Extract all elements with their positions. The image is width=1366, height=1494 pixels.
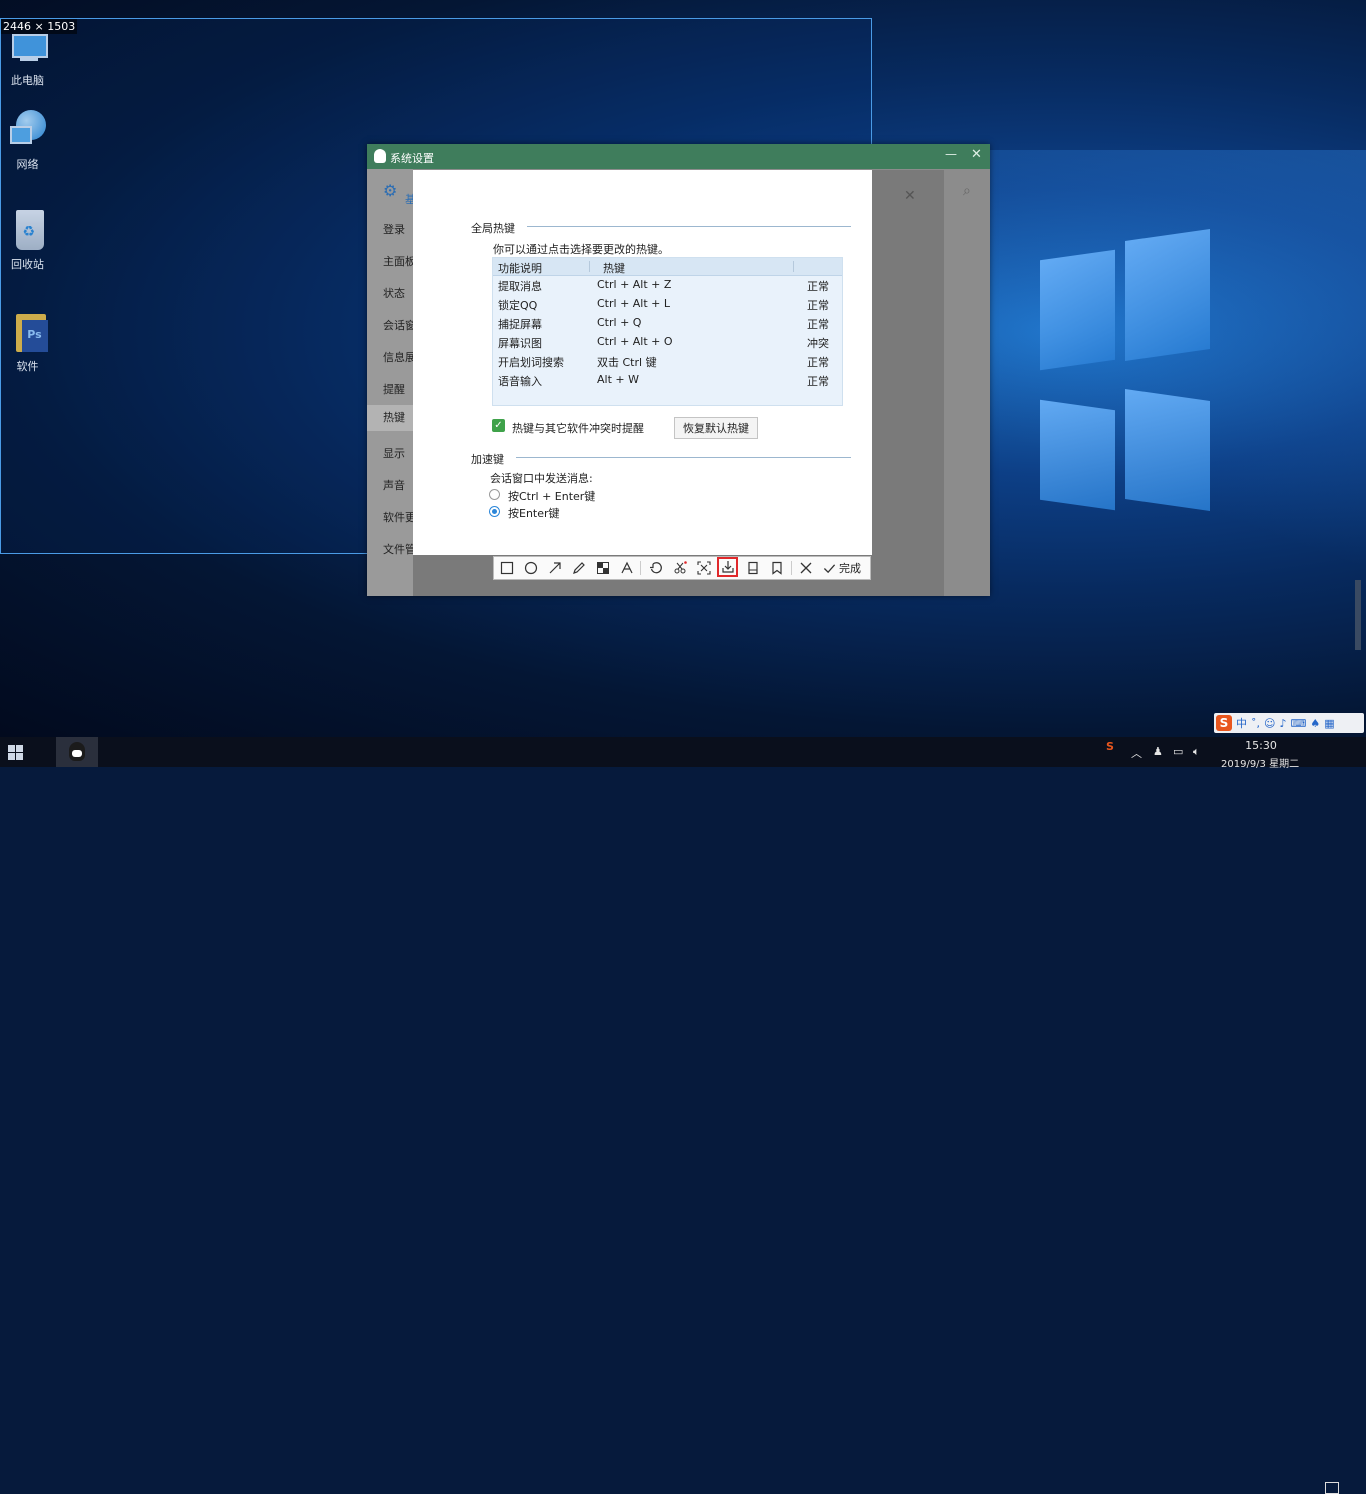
done-button[interactable]: 完成 (823, 559, 861, 577)
emoji-icon[interactable]: ☺ (1264, 717, 1275, 730)
long-screenshot-icon[interactable] (744, 559, 762, 577)
qq-penguin-icon (374, 149, 386, 163)
volume-icon[interactable]: 🔈︎ (1193, 745, 1200, 759)
row-function: 开启划词搜索 (498, 356, 564, 369)
taskbar-date[interactable]: 2019/9/3 星期二 (1221, 755, 1299, 770)
rectangle-icon[interactable] (498, 559, 516, 577)
dialog-title: 系统设置 (390, 152, 434, 165)
row-status: 正常 (807, 318, 829, 331)
section-title-accelerator: 加速键 (471, 453, 504, 466)
row-function: 屏幕识图 (498, 337, 542, 350)
undo-icon[interactable] (647, 559, 665, 577)
ime-toolbar[interactable]: S 中 ˚, ☺ ♪ ⌨ ♠ ▦ (1214, 713, 1364, 733)
sogou-logo-icon: S (1216, 715, 1232, 731)
table-row[interactable]: 提取消息 Ctrl + Alt + Z 正常 (493, 276, 842, 295)
ellipse-icon[interactable] (522, 559, 540, 577)
radio-enter[interactable] (489, 506, 500, 517)
table-row[interactable]: 开启划词搜索 双击 Ctrl 键 正常 (493, 352, 842, 371)
sidebar-item-hotkeys[interactable]: 热键 (367, 405, 413, 431)
mosaic-icon[interactable] (594, 559, 612, 577)
row-hotkey[interactable]: Alt + W (597, 373, 639, 386)
table-row[interactable]: 捕捉屏幕 Ctrl + Q 正常 (493, 314, 842, 333)
pin-icon[interactable] (717, 557, 738, 577)
side-scrollbar[interactable] (1355, 580, 1361, 650)
screenshot-share-icon[interactable] (671, 559, 689, 577)
microphone-icon[interactable]: ♪ (1279, 717, 1286, 730)
network-icon[interactable]: ▭ (1173, 745, 1183, 758)
notification-icon[interactable] (1325, 1482, 1339, 1494)
pen-icon[interactable] (570, 559, 588, 577)
minimize-button[interactable]: — (945, 147, 957, 161)
divider (516, 457, 851, 458)
conflict-reminder-checkbox[interactable]: ✓ (492, 419, 505, 432)
capture-size-label: 2446 × 1503 (1, 19, 78, 34)
row-status: 正常 (807, 280, 829, 293)
skin-icon[interactable]: ♠ (1310, 717, 1320, 730)
bookmark-icon[interactable] (768, 559, 786, 577)
row-status: 正常 (807, 299, 829, 312)
qq-penguin-icon (69, 742, 85, 761)
cancel-icon[interactable] (797, 559, 815, 577)
row-status: 正常 (807, 356, 829, 369)
table-row[interactable]: 锁定QQ Ctrl + Alt + L 正常 (493, 295, 842, 314)
close-icon[interactable]: ✕ (904, 188, 916, 204)
table-header: 功能说明 热键 (493, 258, 842, 276)
column-header-function: 功能说明 (498, 262, 542, 275)
done-label: 完成 (839, 562, 861, 575)
row-function: 语音输入 (498, 375, 542, 388)
taskbar-qq-app[interactable] (56, 737, 98, 767)
row-hotkey[interactable]: Ctrl + Alt + L (597, 297, 670, 310)
row-function: 锁定QQ (498, 299, 538, 312)
row-status: 冲突 (807, 337, 829, 350)
chevron-up-icon[interactable]: ︿ (1131, 745, 1142, 761)
dialog-titlebar[interactable]: 系统设置 — ✕ (367, 144, 990, 169)
text-icon[interactable] (618, 559, 636, 577)
ocr-icon[interactable] (695, 559, 713, 577)
row-hotkey[interactable]: Ctrl + Alt + Z (597, 278, 671, 291)
restore-default-hotkeys-button[interactable]: 恢复默认热键 (674, 417, 758, 439)
windows-logo-wallpaper (985, 215, 1215, 545)
radio-label-ctrl-enter[interactable]: 按Ctrl + Enter键 (508, 488, 595, 504)
arrow-icon[interactable] (546, 559, 564, 577)
divider (527, 226, 851, 227)
qq-tray-icon[interactable]: ♟ (1153, 745, 1163, 758)
close-button[interactable]: ✕ (971, 147, 982, 162)
settings-sidebar: ⚙ 基 登录 主面板 状态 会话窗 信息展 提醒 热键 显示 声音 软件更 文件… (367, 169, 416, 596)
row-hotkey[interactable]: 双击 Ctrl 键 (597, 354, 657, 370)
ime-mode[interactable]: 中 (1236, 715, 1247, 731)
send-message-label: 会话窗口中发送消息: (490, 472, 593, 485)
punctuation-icon[interactable]: ˚, (1251, 717, 1260, 730)
search-icon[interactable]: ⌕ (963, 183, 971, 199)
capture-toolbar: 完成 (493, 556, 871, 580)
hotkey-hint: 你可以通过点击选择要更改的热键。 (493, 243, 669, 256)
section-title-global-hotkeys: 全局热键 (471, 222, 515, 235)
checkmark-icon (823, 563, 836, 573)
taskbar-time[interactable]: 15:30 (1238, 739, 1284, 752)
radio-ctrl-enter[interactable] (489, 489, 500, 500)
sogou-tray-icon[interactable]: S (1106, 740, 1114, 753)
row-function: 提取消息 (498, 280, 542, 293)
row-function: 捕捉屏幕 (498, 318, 542, 331)
row-hotkey[interactable]: Ctrl + Q (597, 316, 641, 329)
tools-icon[interactable]: ▦ (1324, 717, 1334, 730)
hotkey-table: 功能说明 热键 提取消息 Ctrl + Alt + Z 正常 锁定QQ Ctrl… (492, 257, 843, 406)
column-header-hotkey: 热键 (603, 262, 625, 275)
conflict-reminder-label[interactable]: 热键与其它软件冲突时提醒 (512, 420, 644, 436)
row-status: 正常 (807, 375, 829, 388)
table-row[interactable]: 屏幕识图 Ctrl + Alt + O 冲突 (493, 333, 842, 352)
table-row[interactable]: 语音输入 Alt + W 正常 (493, 371, 842, 390)
row-hotkey[interactable]: Ctrl + Alt + O (597, 335, 673, 348)
keyboard-icon[interactable]: ⌨ (1291, 717, 1307, 730)
windows-start-icon[interactable] (8, 745, 23, 760)
taskbar: S ︿ ♟ ▭ 🔈︎ (0, 737, 1366, 1494)
gear-icon: ⚙ (383, 181, 398, 200)
radio-label-enter[interactable]: 按Enter键 (508, 505, 560, 521)
